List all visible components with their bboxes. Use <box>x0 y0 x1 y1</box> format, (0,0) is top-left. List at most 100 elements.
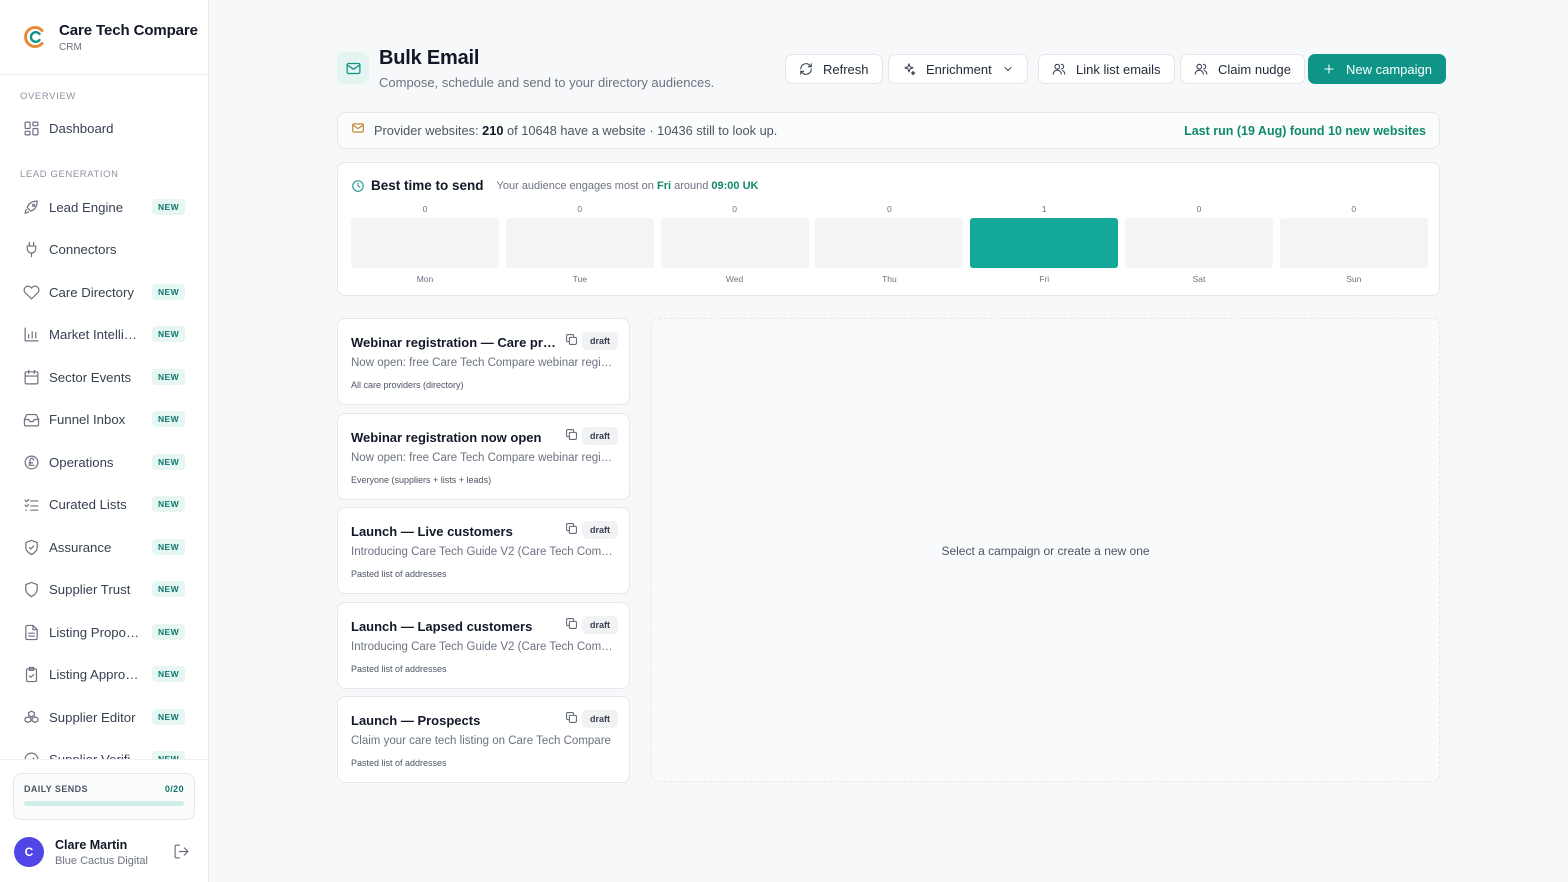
daily-sends-label: DAILY SENDS <box>24 784 88 794</box>
chart-bar <box>351 218 499 268</box>
new-badge: NEW <box>152 581 186 597</box>
status-badge: draft <box>582 332 618 350</box>
brand[interactable]: Care Tech Compare CRM <box>0 0 208 75</box>
sidebar-divider <box>0 759 208 760</box>
list-check-icon <box>22 495 40 513</box>
sidebar-item-supplier-trust[interactable]: Supplier Trust NEW <box>0 571 208 607</box>
plus-icon <box>1324 64 1334 74</box>
new-badge: NEW <box>152 496 186 512</box>
new-badge: NEW <box>152 624 186 640</box>
sidebar-item-operations[interactable]: Operations NEW <box>0 444 208 480</box>
section-label-overview: OVERVIEW <box>20 91 76 102</box>
page-title: Bulk Email <box>379 47 480 69</box>
campaign-card[interactable]: Webinar registration — Care providers dra… <box>337 318 630 405</box>
chart-value-label: 0 <box>577 204 583 214</box>
link-list-emails-button[interactable]: Link list emails <box>1038 54 1175 84</box>
sidebar-item-label: Market Intelligence <box>49 326 144 342</box>
refresh-icon <box>800 63 812 75</box>
new-badge: NEW <box>152 411 186 427</box>
user-org: Blue Cactus Digital <box>55 854 148 867</box>
daily-sends-progress <box>24 801 184 806</box>
sidebar-item-listing-proposals[interactable]: Listing Proposals NEW <box>0 614 208 650</box>
chart-value-label: 0 <box>422 204 428 214</box>
refresh-button[interactable]: Refresh <box>785 54 883 84</box>
status-badge: draft <box>582 710 618 728</box>
new-badge: NEW <box>152 454 186 470</box>
status-badge: draft <box>582 521 618 539</box>
enrichment-label: Enrichment <box>926 61 992 77</box>
new-campaign-button[interactable]: New campaign <box>1308 54 1446 84</box>
sidebar-item-supplier-editor[interactable]: Supplier Editor NEW <box>0 699 208 735</box>
best-time-card: Best time to send Your audience engages … <box>337 162 1440 296</box>
sidebar-item-label: Supplier Trust <box>49 581 131 597</box>
campaign-audience: Pasted list of addresses <box>351 663 447 674</box>
sidebar-item-care-directory[interactable]: Care Directory NEW <box>0 274 208 310</box>
campaign-title: Webinar registration — Care providers <box>351 335 556 350</box>
notice-text: Provider websites: 210 of 10648 have a w… <box>374 123 778 138</box>
campaign-card[interactable]: Webinar registration now open draft Now op… <box>337 412 630 500</box>
campaign-card[interactable]: Launch — Prospects draft Claim your care t… <box>337 696 630 783</box>
users-icon <box>1052 63 1066 75</box>
plug-icon <box>22 240 40 258</box>
sidebar-item-dashboard[interactable]: Dashboard <box>0 110 208 146</box>
claim-nudge-button[interactable]: Claim nudge <box>1180 54 1305 84</box>
sidebar-item-curated-lists[interactable]: Curated Lists NEW <box>0 486 208 522</box>
logout-icon[interactable] <box>173 843 190 860</box>
chevron-down-icon <box>1004 67 1012 71</box>
campaign-card[interactable]: Launch — Lapsed customers draft Introducin… <box>337 601 630 689</box>
sidebar-item-label: Operations <box>49 454 114 470</box>
sidebar-item-listing-approvals[interactable]: Listing Approvals NEW <box>0 656 208 692</box>
avatar[interactable]: C <box>14 837 44 867</box>
chart-bar <box>1279 218 1428 268</box>
bar-chart-icon <box>22 325 40 343</box>
chart-bar <box>970 218 1119 268</box>
chart-category-label: Thu <box>882 274 897 284</box>
sidebar-item-assurance[interactable]: Assurance NEW <box>0 529 208 565</box>
sidebar-item-supplier-verification[interactable]: Supplier Verification NEW <box>0 741 208 760</box>
brand-logo-icon <box>24 26 44 48</box>
user-profile[interactable]: C Clare Martin Blue Cactus Digital <box>14 836 194 868</box>
copy-icon[interactable] <box>565 617 579 631</box>
provider-websites-notice: Provider websites: 210 of 10648 have a w… <box>337 112 1440 149</box>
sidebar: Care Tech Compare CRM OVERVIEW Dashboard… <box>0 0 209 882</box>
mail-icon <box>337 52 369 84</box>
sidebar-item-market-intelligence[interactable]: Market Intelligence NEW <box>0 316 208 352</box>
copy-icon[interactable] <box>565 522 579 536</box>
chart-value-label: 0 <box>732 204 737 214</box>
chart-value-label: 0 <box>1196 204 1202 214</box>
chart-bar <box>505 218 654 268</box>
best-time-title: Best time to send <box>371 178 484 193</box>
copy-icon[interactable] <box>565 333 579 347</box>
sidebar-item-label: Supplier Editor <box>49 709 136 725</box>
new-badge: NEW <box>152 284 186 300</box>
empty-state-message: Select a campaign or create a new one <box>941 544 1150 558</box>
clipboard-check-icon <box>22 665 40 683</box>
new-badge: NEW <box>152 539 186 555</box>
copy-icon[interactable] <box>565 428 579 442</box>
pound-icon <box>22 453 40 471</box>
campaign-card[interactable]: Launch — Live customers draft Introducing … <box>337 507 630 594</box>
chart-category-label: Fri <box>1039 274 1050 284</box>
campaign-preview: Claim your care tech listing on Care Tec… <box>351 735 611 747</box>
new-badge: NEW <box>152 326 186 342</box>
sidebar-item-connectors[interactable]: Connectors <box>0 231 208 267</box>
chart-value-label: 0 <box>887 204 892 214</box>
mail-check-icon <box>351 121 365 140</box>
sidebar-item-lead-engine[interactable]: Lead Engine NEW <box>0 189 208 225</box>
calendar-icon <box>22 368 40 386</box>
campaign-audience: Everyone (suppliers + lists + leads) <box>351 474 492 485</box>
campaign-preview: Now open: free Care Tech Compare webinar… <box>351 451 617 464</box>
sidebar-item-label: Funnel Inbox <box>49 411 126 427</box>
chart-bar <box>660 218 809 268</box>
sidebar-item-funnel-inbox[interactable]: Funnel Inbox NEW <box>0 401 208 437</box>
sidebar-item-label: Lead Engine <box>49 199 124 215</box>
campaign-title: Launch — Live customers <box>351 524 513 539</box>
chart-category-label: Wed <box>725 274 744 284</box>
heart-icon <box>22 283 40 301</box>
page-subtitle: Compose, schedule and send to your direc… <box>379 75 715 90</box>
daily-sends-card: DAILY SENDS 0/20 <box>13 773 195 820</box>
new-campaign-label: New campaign <box>1346 61 1432 77</box>
copy-icon[interactable] <box>565 711 579 725</box>
enrichment-dropdown[interactable]: Enrichment <box>888 54 1028 84</box>
sidebar-item-sector-events[interactable]: Sector Events NEW <box>0 359 208 395</box>
